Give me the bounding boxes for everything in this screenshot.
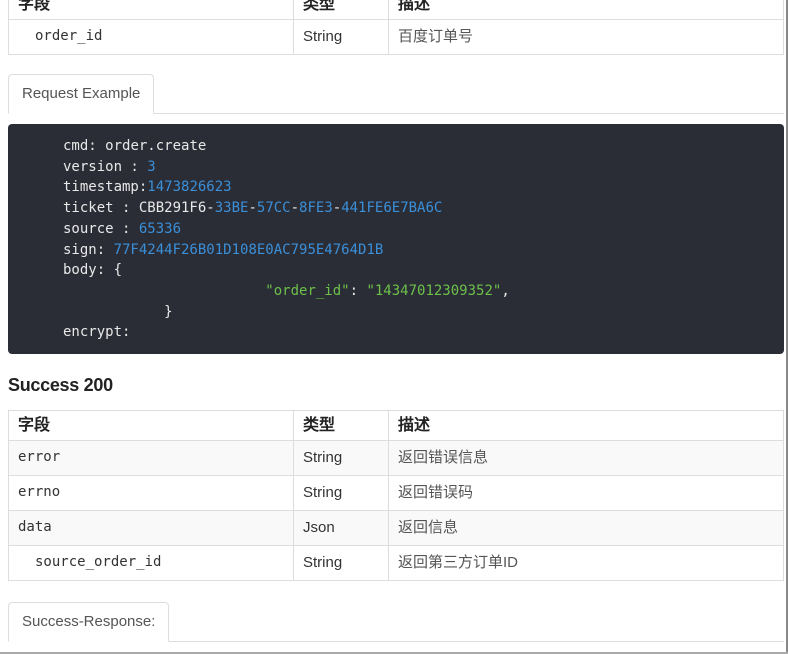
type-cell: String xyxy=(293,475,389,511)
header-field: 字段 xyxy=(8,410,294,441)
success-params-table: 字段 类型 描述 error String 返回错误信息 errno Strin… xyxy=(8,410,784,581)
code-line-body-close: } xyxy=(164,303,173,320)
tab-success-response[interactable]: Success-Response: xyxy=(8,602,170,642)
code-line-cmd: cmd: order.create xyxy=(63,138,207,154)
desc-cell: 返回信息 xyxy=(388,510,784,546)
field-cell: data xyxy=(8,510,294,546)
field-cell: source_order_id xyxy=(8,545,294,581)
code-line-encrypt: encrypt: xyxy=(63,324,131,341)
table-header-row: 字段 类型 描述 xyxy=(8,0,784,20)
type-cell: String xyxy=(293,440,389,476)
desc-cell: 返回错误信息 xyxy=(388,440,784,476)
header-field: 字段 xyxy=(8,0,294,20)
success-heading: Success 200 xyxy=(8,375,113,395)
code-line-source: source : 65336 xyxy=(63,220,182,237)
tab-request-example[interactable]: Request Example xyxy=(8,74,155,114)
code-line-version: version : 3 xyxy=(63,158,156,175)
field-cell: errno xyxy=(8,475,294,511)
code-line-timestamp: timestamp:1473826623 xyxy=(63,179,232,196)
type-cell: String xyxy=(293,545,389,581)
desc-cell: 返回错误码 xyxy=(388,475,784,511)
field-cell: order_id xyxy=(8,19,294,55)
code-line-body: body: { xyxy=(63,262,123,279)
table-row: data Json 返回信息 xyxy=(8,510,784,546)
type-cell: String xyxy=(293,19,389,55)
desc-cell: 返回第三方订单ID xyxy=(388,545,784,581)
request-params-table: 字段 类型 描述 order_id String 百度订单号 xyxy=(8,0,784,55)
code-line-body-field: "order_id": "14347012309352", xyxy=(265,282,510,299)
table-header-row: 字段 类型 描述 xyxy=(8,410,784,441)
desc-cell: 百度订单号 xyxy=(388,19,784,55)
table-row: errno String 返回错误码 xyxy=(8,475,784,511)
field-cell: error xyxy=(8,440,294,476)
request-example-code: cmd: order.create version : 3 timestamp:… xyxy=(8,124,784,354)
code-line-ticket: ticket : CBB291F6-33BE-57CC-8FE3-441FE6E… xyxy=(63,200,443,217)
header-desc: 描述 xyxy=(388,0,784,20)
header-type: 类型 xyxy=(293,410,389,441)
header-desc: 描述 xyxy=(388,410,784,441)
code-line-sign: sign: 77F4244F26B01D108E0AC795E4764D1B xyxy=(63,241,384,258)
table-row: source_order_id String 返回第三方订单ID xyxy=(8,545,784,581)
table-row: order_id String 百度订单号 xyxy=(8,19,784,55)
header-type: 类型 xyxy=(293,0,389,20)
type-cell: Json xyxy=(293,510,389,546)
table-row: error String 返回错误信息 xyxy=(8,440,784,476)
